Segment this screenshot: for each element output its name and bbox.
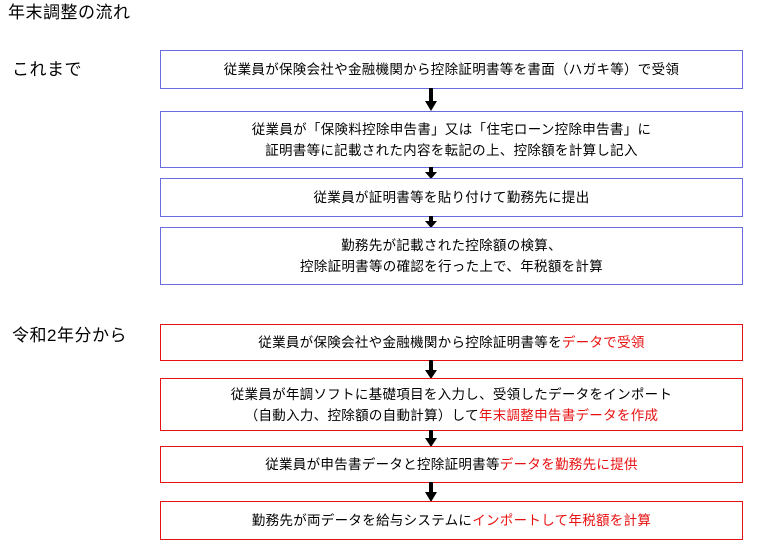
text-run-highlight: データで受領	[561, 335, 645, 350]
flow-step-past-2: 従業員が「保険料控除申告書」又は「住宅ローン控除申告書」に 証明書等に記載された内…	[160, 111, 743, 168]
text-run: 従業員が保険会社や金融機関から控除証明書等を書面（ハガキ等）で受領	[223, 62, 680, 77]
flow-step-past-4: 勤務先が記載された控除額の検算、控除証明書等の確認を行った上で、年税額を計算	[160, 227, 743, 285]
section-label-past: これまで	[12, 60, 82, 79]
arrow-down-icon	[424, 482, 438, 502]
text-run: 勤務先が両データを給与システムに	[251, 513, 473, 528]
text-run-highlight: データを勤務先に提供	[499, 457, 638, 472]
flow-step-text: 従業員が保険会社や金融機関から控除証明書等を書面（ハガキ等）で受領	[218, 59, 685, 80]
flow-step-text: 従業員が年調ソフトに基礎項目を入力し、受領したデータをインポート （自動入力、控除…	[225, 384, 679, 426]
text-run: 従業員が年調ソフトに基礎項目を入力し、受領したデータをインポート	[230, 386, 673, 402]
flow-step-text: 従業員が証明書等を貼り付けて勤務先に提出	[308, 187, 596, 208]
flow-step-new-3: 従業員が申告書データと控除証明書等データを勤務先に提供	[160, 446, 743, 483]
flow-step-text: 従業員が申告書データと控除証明書等データを勤務先に提供	[259, 454, 644, 475]
flow-step-text: 勤務先が記載された控除額の検算、控除証明書等の確認を行った上で、年税額を計算	[294, 235, 609, 277]
flow-step-past-3: 従業員が証明書等を貼り付けて勤務先に提出	[160, 178, 743, 217]
flow-step-new-1: 従業員が保険会社や金融機関から控除証明書等をデータで受領	[160, 324, 743, 361]
arrow-down-icon	[424, 430, 438, 447]
text-run: 控除証明書等の確認を行った上で、年税額を計算	[299, 259, 604, 274]
arrow-down-icon	[424, 88, 438, 112]
flow-step-new-2: 従業員が年調ソフトに基礎項目を入力し、受領したデータをインポート （自動入力、控除…	[160, 378, 743, 431]
text-run: 勤務先が記載された控除額の検算、	[341, 238, 562, 253]
page-title: 年末調整の流れ	[8, 3, 131, 22]
text-run-highlight: 年末調整申告書データを作成	[478, 407, 659, 423]
section-label-from-reiwa2: 令和2年分から	[12, 326, 127, 345]
flow-step-new-4: 勤務先が両データを給与システムにインポートして年税額を計算	[160, 501, 743, 540]
flow-step-text: 従業員が「保険料控除申告書」又は「住宅ローン控除申告書」に 証明書等に記載された内…	[246, 119, 658, 161]
arrow-down-icon	[424, 360, 438, 379]
text-run: 従業員が「保険料控除申告書」又は「住宅ローン控除申告書」に	[251, 121, 652, 137]
text-run: 証明書等に記載された内容を転記の上、控除額を計算し記入	[265, 142, 638, 158]
text-run: 従業員が申告書データと控除証明書等	[265, 457, 500, 472]
flow-step-text: 従業員が保険会社や金融機関から控除証明書等をデータで受領	[252, 332, 650, 353]
text-run-highlight: インポートして年税額を計算	[472, 513, 652, 528]
flow-step-past-1: 従業員が保険会社や金融機関から控除証明書等を書面（ハガキ等）で受領	[160, 50, 743, 89]
text-run: 従業員が保険会社や金融機関から控除証明書等を	[258, 335, 562, 350]
text-run: （自動入力、控除額の自動計算）して	[244, 407, 479, 423]
flow-step-text: 勤務先が両データを給与システムにインポートして年税額を計算	[246, 510, 657, 531]
text-run: 従業員が証明書等を貼り付けて勤務先に提出	[313, 190, 590, 205]
